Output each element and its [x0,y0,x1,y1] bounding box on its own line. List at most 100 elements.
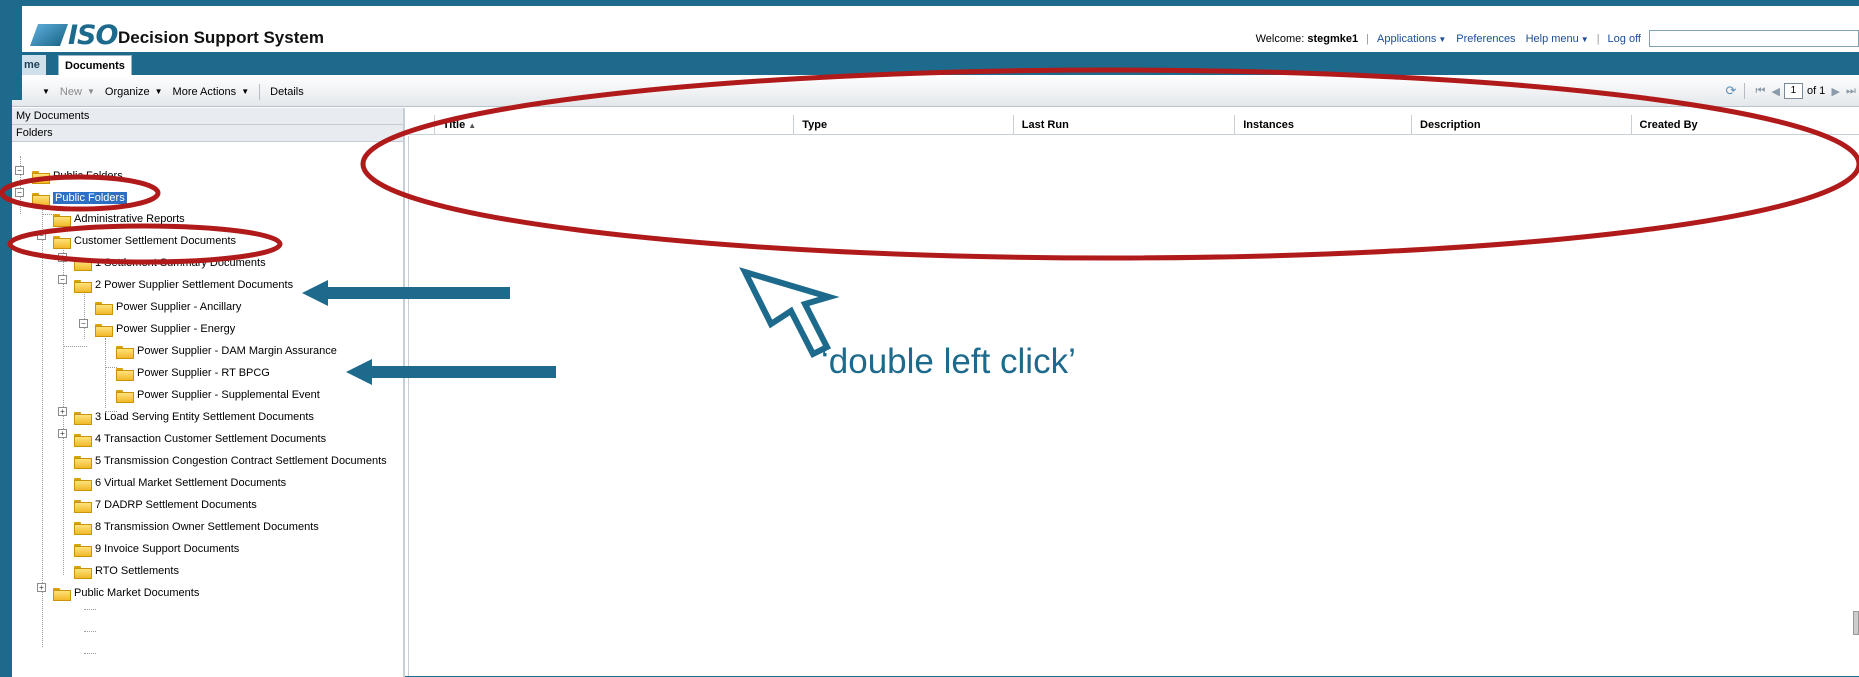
folder-icon [74,455,92,469]
tree-node-virtual-market[interactable]: 6 Virtual Market Settlement Documents [74,476,286,491]
tab-documents[interactable]: Documents [58,55,132,75]
next-page-icon[interactable]: ▶ [1831,85,1839,98]
header-menu: Welcome: stegmke1 | Applications ▼ Prefer… [1256,30,1859,47]
column-last-run[interactable]: Last Run [1014,115,1236,135]
column-title[interactable]: Title ▲ [435,115,795,135]
expand-toggle-icon[interactable]: + [58,253,67,262]
tree-node-public-market-documents[interactable]: Public Market Documents [53,586,199,601]
tree-node-administrative-reports[interactable]: Administrative Reports [53,212,185,227]
column-type[interactable]: Type [794,115,1014,135]
details-button[interactable]: Details [270,86,304,98]
collapse-toggle-icon[interactable]: − [58,275,67,284]
documents-grid: Title ▲ Type Last Run Instances Descript… [405,108,1859,677]
tree-node-transmission-congestion[interactable]: 5 Transmission Congestion Contract Settl… [74,454,387,469]
more-actions-button[interactable]: More Actions ▼ [173,86,250,98]
folder-icon [116,367,134,381]
folder-icon [74,411,92,425]
page-input[interactable]: 1 [1783,83,1803,99]
expand-toggle-icon[interactable]: + [58,429,67,438]
folder-icon [95,301,113,315]
toolbar-dropdown[interactable]: ▼ [40,87,50,96]
first-page-icon[interactable]: ⏮ [1755,85,1765,98]
help-menu[interactable]: Help menu ▼ [1526,33,1589,45]
column-created-by[interactable]: Created By [1632,115,1859,135]
annotation-caption: ‘double left click’ [821,342,1076,381]
tree-node-dadrp[interactable]: 7 DADRP Settlement Documents [74,498,257,513]
tree-node-power-supplier-ancillary[interactable]: Power Supplier - Ancillary [95,300,241,315]
folder-icon [74,543,92,557]
username: stegmke1 [1307,32,1359,45]
tree-node-settlement-summary[interactable]: 1 Settlement Summary Documents [74,256,266,271]
folder-tree: − − − + − − + + + Public Folders Public … [0,142,403,677]
organize-button[interactable]: Organize ▼ [105,86,163,98]
last-page-icon[interactable]: ⏭ [1846,85,1856,98]
annotation-edge-bar-top [0,0,22,100]
annotation-edge-bar [0,0,12,677]
folder-icon [74,477,92,491]
tree-node-public-folders[interactable]: Public Folders [32,191,127,206]
folder-icon [32,170,50,184]
folder-icon [53,213,71,227]
collapse-toggle-icon[interactable]: − [15,188,24,197]
logoff-link[interactable]: Log off [1608,33,1641,45]
folder-icon [53,587,71,601]
caret-down-icon: ▼ [241,87,250,96]
page-count: of 1 [1806,85,1826,97]
tree-node-rto-settlements[interactable]: RTO Settlements [74,564,179,579]
folder-icon [95,323,113,337]
tree-node-public-folders-root[interactable]: Public Folders [32,169,123,184]
caret-down-icon: ▼ [87,87,95,96]
folder-icon [74,257,92,271]
header: ISO Decision Support System Welcome: ste… [0,6,1859,51]
applications-menu[interactable]: Applications ▼ [1377,33,1446,45]
welcome-label: Welcome: [1255,32,1305,45]
app-title: Decision Support System [118,28,324,47]
my-documents-header[interactable]: My Documents [0,108,403,125]
folder-icon [74,279,92,293]
new-button[interactable]: New ▼ [60,86,95,98]
tree-node-load-serving-entity[interactable]: 3 Load Serving Entity Settlement Documen… [74,410,314,425]
caret-down-icon: ▼ [1580,34,1589,44]
tab-bar: me Documents [0,52,1859,75]
grid-splitter[interactable] [405,136,409,677]
tree-node-power-supplier-settlement[interactable]: 2 Power Supplier Settlement Documents [74,278,293,293]
preferences-link[interactable]: Preferences [1456,33,1515,45]
collapse-toggle-icon[interactable]: − [79,319,88,328]
caret-down-icon: ▼ [1438,34,1447,44]
logo: ISO [29,19,118,51]
expand-toggle-icon[interactable]: + [58,407,67,416]
sort-ascending-icon: ▲ [468,121,477,130]
tree-node-rt-bpcg[interactable]: Power Supplier - RT BPCG [116,366,270,381]
prev-page-icon[interactable]: ◀ [1771,85,1779,98]
grid-scrollbar[interactable] [1853,611,1859,635]
toolbar: ▼ New ▼ Organize ▼ More Actions ▼ Detail… [0,77,1859,107]
tree-node-invoice-support[interactable]: 9 Invoice Support Documents [74,542,239,557]
folder-icon [116,345,134,359]
expand-toggle-icon[interactable]: + [37,583,46,592]
caret-down-icon: ▼ [154,87,163,96]
logo-mark-icon [29,24,69,46]
collapse-toggle-icon[interactable]: − [15,166,24,175]
tree-node-dam-margin-assurance[interactable]: Power Supplier - DAM Margin Assurance [116,344,337,359]
tab-home[interactable]: me [18,55,46,75]
folder-icon [74,521,92,535]
pager: ⟳ ⏮ ◀ 1 of 1 ▶ ⏭ [1726,83,1859,99]
grid-header: Title ▲ Type Last Run Instances Descript… [405,115,1859,135]
folder-icon [74,499,92,513]
folder-icon [74,565,92,579]
tree-node-transmission-owner[interactable]: 8 Transmission Owner Settlement Document… [74,520,319,535]
collapse-toggle-icon[interactable]: − [37,231,46,240]
tree-node-transaction-customer[interactable]: 4 Transaction Customer Settlement Docume… [74,432,326,447]
folder-panel: My Documents Folders − − − + − − + + + P… [0,108,405,677]
column-description[interactable]: Description [1412,115,1632,135]
folder-open-icon [32,192,50,206]
refresh-icon[interactable]: ⟳ [1726,83,1737,99]
tree-node-supplemental-event[interactable]: Power Supplier - Supplemental Event [116,388,320,403]
search-input[interactable] [1649,30,1859,47]
tree-node-power-supplier-energy[interactable]: Power Supplier - Energy [95,322,235,337]
column-instances[interactable]: Instances [1235,115,1413,135]
folders-header[interactable]: Folders [0,125,403,142]
folder-icon [53,235,71,249]
tree-node-customer-settlement-documents[interactable]: Customer Settlement Documents [53,234,236,249]
logo-text: ISO [68,19,118,51]
